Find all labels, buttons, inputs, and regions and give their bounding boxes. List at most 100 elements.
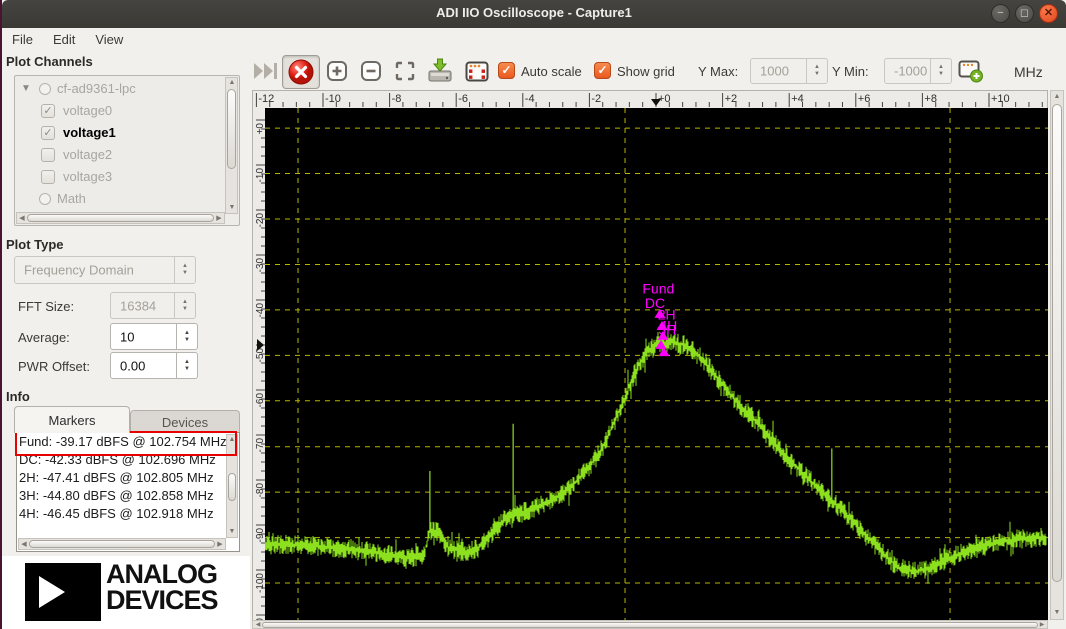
svg-text:-50: -50 [255,348,265,363]
svg-text:+0: +0 [255,123,265,135]
markers-horizontal-scrollbar[interactable]: ◀ ▶ [18,538,226,550]
menu-view[interactable]: View [85,28,133,47]
scroll-left-arrow[interactable]: ◀ [17,214,27,224]
tree-channel-voltage1[interactable]: ✓voltage1 [15,122,225,144]
svg-text:-100: -100 [255,573,265,593]
tab-markers[interactable]: Markers [14,406,130,433]
spin-arrows-icon[interactable]: ▲▼ [176,324,197,349]
y-min-label: Y Min: [832,64,869,79]
menu-edit[interactable]: Edit [43,28,85,47]
svg-text:-70: -70 [255,438,265,453]
x-axis-ruler: -12-10-8-6-4-2+0+2+4+6+8+10 [252,90,1048,108]
zoom-out-button[interactable] [356,55,386,87]
auto-scale-checkbox[interactable]: ✓ [498,62,515,79]
capture-play-button[interactable] [252,55,280,87]
scroll-down-arrow[interactable]: ▼ [1052,608,1062,618]
show-grid-checkbox[interactable]: ✓ [594,62,611,79]
close-button[interactable]: ✕ [1039,4,1058,23]
plot-type-select[interactable]: Frequency Domain ▲▼ [14,256,196,284]
checkbox-icon[interactable]: ✓ [41,126,55,140]
spin-arrows-icon[interactable]: ▲▼ [176,353,197,378]
tab-devices[interactable]: Devices [130,410,240,433]
tree-item-math[interactable]: Math [15,188,225,210]
menu-file[interactable]: File [2,28,43,47]
y-min-spinbox[interactable]: -1000 ▲▼ [884,58,952,84]
scroll-left-arrow[interactable]: ◀ [19,540,29,550]
tree-channel-voltage2[interactable]: voltage2 [15,144,225,166]
scroll-down-arrow[interactable]: ▼ [227,527,237,537]
fft-size-select[interactable]: 16384 ▲▼ [110,292,196,319]
svg-text:-8: -8 [392,93,402,105]
markers-hscroll-thumb[interactable] [29,540,215,548]
y-max-spinbox[interactable]: 1000 ▲▼ [750,58,828,84]
main-panel: ✓ Auto scale ✓ Show grid Y Max: 1000 ▲▼ … [250,52,1066,629]
scroll-down-arrow[interactable]: ▼ [227,203,237,213]
expander-icon[interactable]: ▼ [21,78,31,100]
toolbar: ✓ Auto scale ✓ Show grid Y Max: 1000 ▲▼ … [250,52,1066,90]
marker-row-4[interactable]: 3H: -44.80 dBFS @ 102.858 MHz [17,487,239,505]
scroll-up-arrow[interactable]: ▲ [1052,92,1062,102]
stop-capture-button[interactable] [282,55,320,89]
scroll-right-arrow[interactable]: ▶ [214,214,224,224]
markers-vscroll-thumb[interactable] [228,473,236,501]
combo-arrows-icon: ▲▼ [174,257,195,283]
save-capture-button[interactable] [424,55,456,87]
tree-vertical-scrollbar[interactable]: ▲ ▼ [225,77,238,214]
plot-fullscreen-button[interactable] [462,55,492,87]
unit-label: MHz [1014,64,1043,80]
tree-vscroll-thumb[interactable] [227,89,236,169]
combo-arrows-icon: ▲▼ [174,293,195,318]
radio-icon[interactable] [39,193,51,205]
window-title: ADI IIO Oscilloscope - Capture1 [2,5,1066,20]
marker-row-5[interactable]: 4H: -46.45 dBFS @ 102.918 MHz [17,505,239,523]
pwr-offset-spinbox[interactable]: 0.00 ▲▼ [110,352,198,379]
minimize-button[interactable]: − [991,4,1010,23]
zoom-out-icon [360,60,382,82]
checkbox-icon[interactable]: ✓ [41,104,55,118]
plot-horizontal-scrollbar[interactable]: ◀ ▶ [252,620,1048,629]
peak-marker-label-fund: Fund [642,280,674,296]
tree-horizontal-scrollbar[interactable]: ◀ ▶ [16,212,225,224]
zoom-fit-icon [394,60,416,82]
scroll-right-arrow[interactable]: ▶ [1037,621,1047,629]
maximize-button[interactable]: ◻ [1015,4,1034,23]
tree-channel-voltage3[interactable]: voltage3 [15,166,225,188]
plot-vertical-scrollbar[interactable]: ▲ ▼ [1050,90,1064,620]
checkbox-icon[interactable] [41,170,55,184]
svg-text:+8: +8 [924,93,937,105]
scroll-up-arrow[interactable]: ▲ [227,435,237,445]
analog-devices-logo: ANALOG DEVICES [2,556,250,629]
window-controls: − ◻ ✕ [991,4,1058,23]
tree-device-cf-ad9361-lpc[interactable]: ▼cf-ad9361-lpc [15,78,225,100]
radio-icon[interactable] [39,83,51,95]
plot-type-heading: Plot Type [6,237,64,252]
checkbox-icon[interactable] [41,148,55,162]
markers-list[interactable]: Fund: -39.17 dBFS @ 102.754 MHzDC: -42.3… [16,432,240,552]
marker-row-2[interactable]: DC: -42.33 dBFS @ 102.696 MHz [17,451,239,469]
peak-marker-label-3h: 3H [658,322,676,338]
channel-tree: ▼cf-ad9361-lpc✓voltage0✓voltage1voltage2… [14,75,240,226]
svg-text:+10: +10 [991,93,1010,105]
zoom-in-button[interactable] [322,55,352,87]
svg-text:-6: -6 [458,93,468,105]
tree-hscroll-thumb[interactable] [27,214,214,222]
average-value: 10 [120,329,134,344]
titlebar[interactable]: ADI IIO Oscilloscope - Capture1 − ◻ ✕ [2,0,1066,28]
markers-vertical-scrollbar[interactable]: ▲ ▼ [226,434,238,538]
fft-size-label: FFT Size: [18,299,74,314]
marker-row-1[interactable]: Fund: -39.17 dBFS @ 102.754 MHz [17,433,239,451]
plot-vscroll-thumb[interactable] [1052,104,1062,582]
average-spinbox[interactable]: 10 ▲▼ [110,323,198,350]
new-plot-button[interactable] [956,55,986,87]
scroll-right-arrow[interactable]: ▶ [215,540,225,550]
zoom-fit-button[interactable] [390,55,420,87]
spin-arrows-icon: ▲▼ [806,59,827,83]
zoom-in-icon [326,60,348,82]
plot-hscroll-thumb[interactable] [262,622,1038,628]
tree-channel-voltage0[interactable]: ✓voltage0 [15,100,225,122]
scroll-up-arrow[interactable]: ▲ [227,78,237,88]
svg-text:-80: -80 [255,483,265,498]
spectrum-plot[interactable]: FundDC2H4H3H [265,108,1048,620]
marker-row-3[interactable]: 2H: -47.41 dBFS @ 102.805 MHz [17,469,239,487]
spin-arrows-icon: ▲▼ [930,59,951,83]
